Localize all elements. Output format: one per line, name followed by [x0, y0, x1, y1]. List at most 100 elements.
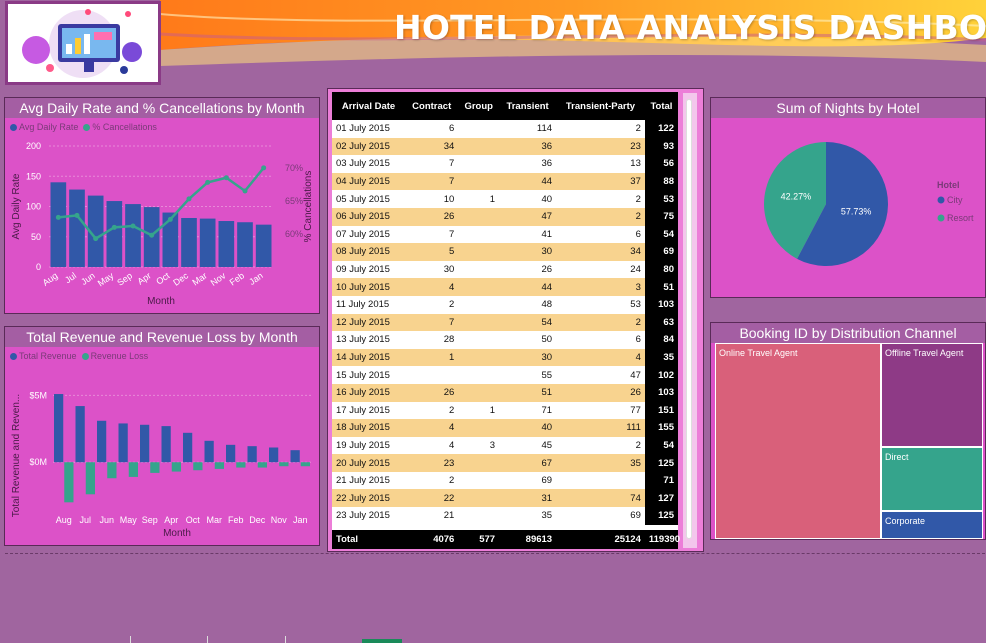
point-cancellations — [130, 223, 136, 229]
table-cell: 03 July 2015 — [332, 155, 406, 173]
table-scrollbar[interactable] — [683, 93, 697, 548]
table-row: 15 July 2015 55 47 102 — [332, 366, 678, 384]
table-cell: 23 — [405, 454, 459, 472]
table-cell: 2 — [556, 207, 645, 226]
table-cell: 2 — [556, 190, 645, 208]
table-cell: 26 — [499, 260, 557, 279]
x-tick-label: Jan — [247, 270, 265, 287]
table-cell: 2 — [556, 120, 645, 138]
bar-revenue-loss — [85, 462, 95, 495]
bar-avg-daily-rate — [181, 217, 197, 267]
table-cell: 35 — [644, 348, 678, 367]
table-cell: 01 July 2015 — [332, 120, 406, 138]
table-cell: 125 — [644, 454, 678, 472]
table-cell: 10 — [405, 190, 459, 208]
x-tick-label: Feb — [228, 270, 246, 287]
table-cell: 55 — [499, 366, 557, 384]
table-cell: 44 — [499, 278, 557, 296]
x-tick-label: May — [120, 515, 138, 525]
table-cell: 34 — [556, 243, 645, 261]
table-cell: 11 July 2015 — [332, 295, 406, 314]
active-page-tab[interactable] — [362, 639, 402, 643]
bar-total-revenue — [140, 424, 150, 463]
table-cell: 75 — [644, 207, 678, 226]
table-cell: 125 — [644, 507, 678, 525]
table-cell: 88 — [644, 172, 678, 191]
table-cell: 05 July 2015 — [332, 190, 406, 208]
table-cell: 3 — [556, 278, 645, 296]
scrollbar-thumb[interactable] — [686, 99, 692, 539]
treemap-tile-corporate[interactable]: Corporate — [881, 511, 983, 539]
total-cell: 25124 — [556, 530, 645, 549]
column-header[interactable]: Total — [644, 92, 678, 120]
table-cell: 155 — [644, 419, 678, 437]
table-cell: 47 — [499, 207, 557, 226]
column-header[interactable]: Arrival Date — [332, 92, 406, 120]
bar-revenue-loss — [193, 462, 203, 471]
column-header[interactable]: Group — [458, 92, 500, 120]
distribution-channel-panel: Booking ID by Distribution Channel Onlin… — [710, 322, 986, 540]
table-cell: 71 — [499, 401, 557, 420]
point-cancellations — [55, 214, 61, 220]
column-header[interactable]: Contract — [405, 92, 459, 120]
bar-total-revenue — [183, 432, 193, 463]
table-cell: 50 — [499, 331, 557, 349]
y-tick-label: 0 — [36, 262, 41, 272]
table-cell: 26 — [405, 383, 459, 402]
table-cell — [458, 225, 500, 244]
table-cell: 56 — [644, 155, 678, 173]
table-cell: 37 — [556, 172, 645, 191]
table-row: 21 July 2015 2 69 71 — [332, 471, 678, 490]
panel-title: Sum of Nights by Hotel — [711, 98, 985, 118]
table-cell: 7 — [405, 172, 459, 191]
table-cell: 151 — [644, 401, 678, 420]
table-cell — [458, 419, 500, 437]
total-cell: 577 — [458, 530, 500, 549]
y-tick-label: $5M — [29, 390, 47, 400]
table-cell: 17 July 2015 — [332, 401, 406, 420]
y-tick-label: 150 — [26, 171, 41, 181]
table-row: 12 July 2015 7 54 2 63 — [332, 313, 678, 332]
table-cell: 09 July 2015 — [332, 260, 406, 279]
data-table-viewport[interactable]: Arrival Date Contract Group Transient Transi… — [332, 92, 678, 547]
table-cell: 23 — [556, 137, 645, 156]
treemap-tile-direct[interactable]: Direct — [881, 447, 983, 511]
table-cell: 1 — [458, 190, 500, 208]
analytics-illustration-icon — [22, 9, 142, 78]
table-cell — [458, 260, 500, 279]
table-cell — [458, 489, 500, 508]
table-cell: 19 July 2015 — [332, 436, 406, 455]
table-cell: 4 — [405, 436, 459, 455]
table-row: 07 July 2015 7 41 6 54 — [332, 225, 678, 244]
table-cell: 77 — [556, 401, 645, 420]
table-cell: 7 — [405, 155, 459, 173]
table-cell — [458, 313, 500, 332]
bar-avg-daily-rate — [199, 218, 216, 267]
point-cancellations — [223, 175, 229, 181]
table-cell: 93 — [644, 137, 678, 156]
table-cell: 30 — [499, 243, 557, 261]
y-axis-title: Total Revenue and Reven... — [11, 394, 22, 517]
x-tick-label: Mar — [190, 270, 208, 287]
table-cell: 20 July 2015 — [332, 454, 406, 472]
bar-total-revenue — [269, 447, 279, 463]
table-cell: 12 July 2015 — [332, 313, 406, 332]
x-tick-label: Mar — [207, 515, 223, 525]
table-cell: 23 July 2015 — [332, 507, 406, 525]
y2-tick-label: 65% — [285, 196, 303, 206]
point-cancellations — [242, 188, 248, 194]
treemap-tile-offline-travel-agent[interactable]: Offline Travel Agent — [881, 343, 983, 447]
bar-revenue-loss — [171, 462, 181, 472]
x-tick-label: Jul — [63, 270, 78, 285]
treemap-tile-online-travel-agent[interactable]: Online Travel Agent — [715, 343, 881, 539]
table-cell: 122 — [644, 120, 678, 138]
y-tick-label: 100 — [26, 202, 41, 212]
table-cell: 13 — [556, 155, 645, 173]
table-row: 11 July 2015 2 48 53 103 — [332, 295, 678, 314]
table-cell: 114 — [499, 120, 557, 138]
x-tick-label: Nov — [271, 515, 288, 525]
table-cell: 2 — [405, 471, 459, 490]
table-cell: 71 — [644, 471, 678, 490]
column-header[interactable]: Transient — [499, 92, 557, 120]
column-header[interactable]: Transient-Party — [556, 92, 645, 120]
